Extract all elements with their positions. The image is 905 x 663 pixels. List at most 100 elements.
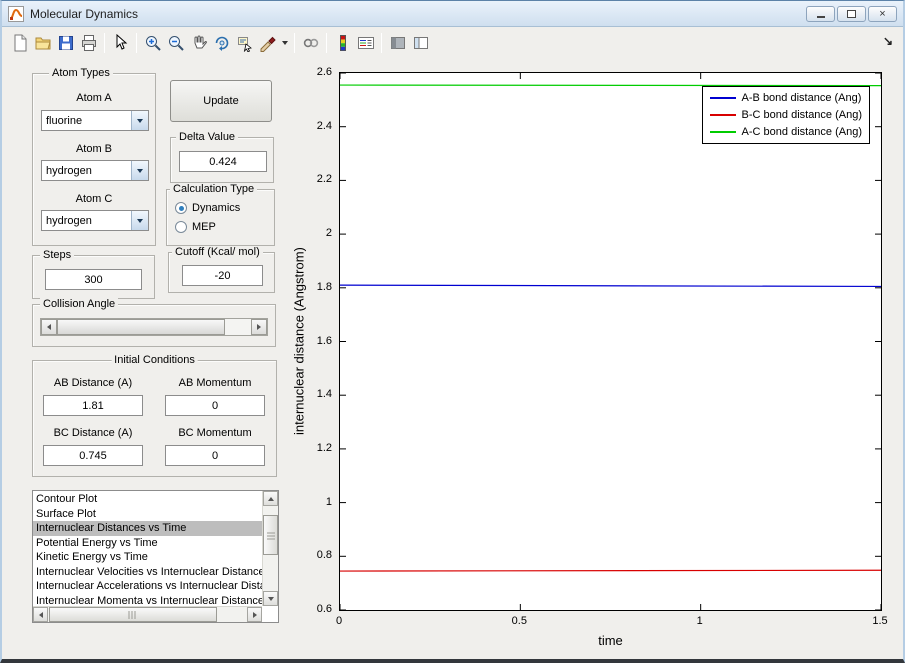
zoom-in-icon[interactable] [141,32,164,54]
y-tick-label: 1.4 [317,388,332,400]
bc-distance-field[interactable] [43,445,143,466]
initial-conditions-panel: Initial Conditions AB Distance (A) AB Mo… [32,360,277,477]
update-button[interactable]: Update [170,80,272,122]
dropdown-button[interactable] [131,111,148,130]
steps-field[interactable] [45,269,142,290]
vertical-scroll-thumb[interactable] [263,515,278,555]
ab-distance-field[interactable] [43,395,143,416]
toolbar-separator [136,33,137,53]
app-window: Molecular Dynamics × [0,0,905,663]
steps-title: Steps [40,249,74,261]
collision-angle-slider[interactable] [40,318,268,336]
list-item-selected[interactable]: Internuclear Distances vs Time [33,521,262,536]
toolbar-separator [294,33,295,53]
hide-plot-tools-icon[interactable] [386,32,409,54]
cutoff-panel: Cutoff (Kcal/ mol) [168,252,275,293]
delta-value-field[interactable] [179,151,267,172]
atom-c-dropdown[interactable]: hydrogen [41,210,149,231]
dropdown-button[interactable] [131,161,148,180]
list-item[interactable]: Internuclear Momenta vs Internuclear Dis… [33,594,262,607]
link-plot-icon[interactable] [299,32,322,54]
slider-track[interactable] [225,319,251,335]
plot-axes[interactable] [339,72,882,611]
cutoff-field[interactable] [182,265,263,286]
open-file-icon[interactable] [31,32,54,54]
print-icon[interactable] [77,32,100,54]
list-item[interactable]: Contour Plot [33,492,262,507]
bc-momentum-field[interactable] [165,445,265,466]
calculation-type-panel: Calculation Type Dynamics MEP [166,189,275,246]
slider-left-arrow[interactable] [41,319,57,335]
dock-figure-icon[interactable]: ↘ [883,34,893,48]
list-item[interactable]: Kinetic Energy vs Time [33,550,262,565]
chevron-down-icon [137,169,143,173]
rotate-3d-icon[interactable] [210,32,233,54]
edit-plot-icon[interactable] [109,32,132,54]
brush-icon[interactable] [256,32,279,54]
ab-momentum-label: AB Momentum [155,377,275,389]
bc-momentum-label: BC Momentum [155,427,275,439]
radio-mep-label: MEP [192,221,216,233]
x-tick-label: 1.5 [872,615,887,627]
horizontal-scroll-thumb[interactable] [49,607,217,622]
data-cursor-icon[interactable] [233,32,256,54]
list-item[interactable]: Surface Plot [33,507,262,522]
pan-icon[interactable] [187,32,210,54]
atom-c-label: Atom C [33,193,155,205]
chart-area: 00.511.5 0.60.811.21.41.61.822.22.42.6 t… [339,72,882,611]
vertical-scrollbar[interactable] [262,491,278,606]
delta-value-panel: Delta Value [170,137,274,183]
atom-b-dropdown[interactable]: hydrogen [41,160,149,181]
atom-types-panel: Atom Types Atom A fluorine Atom B hydrog… [32,73,156,246]
legend: A-B bond distance (Ang) B-C bond distanc… [702,86,870,144]
ab-momentum-field[interactable] [165,395,265,416]
atom-types-title: Atom Types [49,67,113,79]
legend-line-swatch [710,131,736,133]
scroll-left-button[interactable] [33,607,48,622]
slider-thumb[interactable] [57,319,225,335]
insert-colorbar-icon[interactable] [331,32,354,54]
atom-a-dropdown[interactable]: fluorine [41,110,149,131]
brush-dropdown-icon[interactable] [279,32,290,54]
zoom-out-icon[interactable] [164,32,187,54]
figure-toolbar: ↘ [2,28,903,58]
list-item[interactable]: Internuclear Velocities vs Internuclear … [33,565,262,580]
new-figure-icon[interactable] [8,32,31,54]
show-plot-tools-icon[interactable] [409,32,432,54]
arrow-down-icon [268,597,274,601]
insert-legend-icon[interactable] [354,32,377,54]
slider-right-arrow[interactable] [251,319,267,335]
legend-line-swatch [710,97,736,99]
scroll-up-button[interactable] [263,491,278,506]
legend-label: A-C bond distance (Ang) [742,126,862,138]
delta-value-title: Delta Value [176,131,238,143]
dropdown-button[interactable] [131,211,148,230]
toolbar-separator [104,33,105,53]
arrow-left-icon [47,324,51,330]
collision-angle-panel: Collision Angle [32,304,276,347]
y-tick-labels: 0.60.811.21.41.61.822.22.42.6 [304,72,332,611]
atom-b-value: hydrogen [42,161,131,180]
plot-type-list: Contour Plot Surface Plot Internuclear D… [33,492,262,606]
minimize-button[interactable] [806,6,835,22]
close-button[interactable]: × [868,6,897,22]
scroll-down-button[interactable] [263,591,278,606]
horizontal-scrollbar[interactable] [33,606,262,622]
list-item[interactable]: Potential Energy vs Time [33,536,262,551]
radio-dynamics[interactable]: Dynamics [175,202,240,214]
radio-button-icon [175,221,187,233]
scroll-right-button[interactable] [247,607,262,622]
legend-entry: B-C bond distance (Ang) [710,108,862,122]
arrow-right-icon [253,612,257,618]
atom-c-value: hydrogen [42,211,131,230]
radio-mep[interactable]: MEP [175,221,216,233]
initial-conditions-title: Initial Conditions [111,354,198,366]
legend-entry: A-C bond distance (Ang) [710,125,862,139]
save-icon[interactable] [54,32,77,54]
list-item[interactable]: Internuclear Accelerations vs Internucle… [33,579,262,594]
x-tick-label: 1 [697,615,703,627]
maximize-button[interactable] [837,6,866,22]
toolbar-separator [326,33,327,53]
legend-label: A-B bond distance (Ang) [742,92,862,104]
collision-angle-title: Collision Angle [40,298,118,310]
